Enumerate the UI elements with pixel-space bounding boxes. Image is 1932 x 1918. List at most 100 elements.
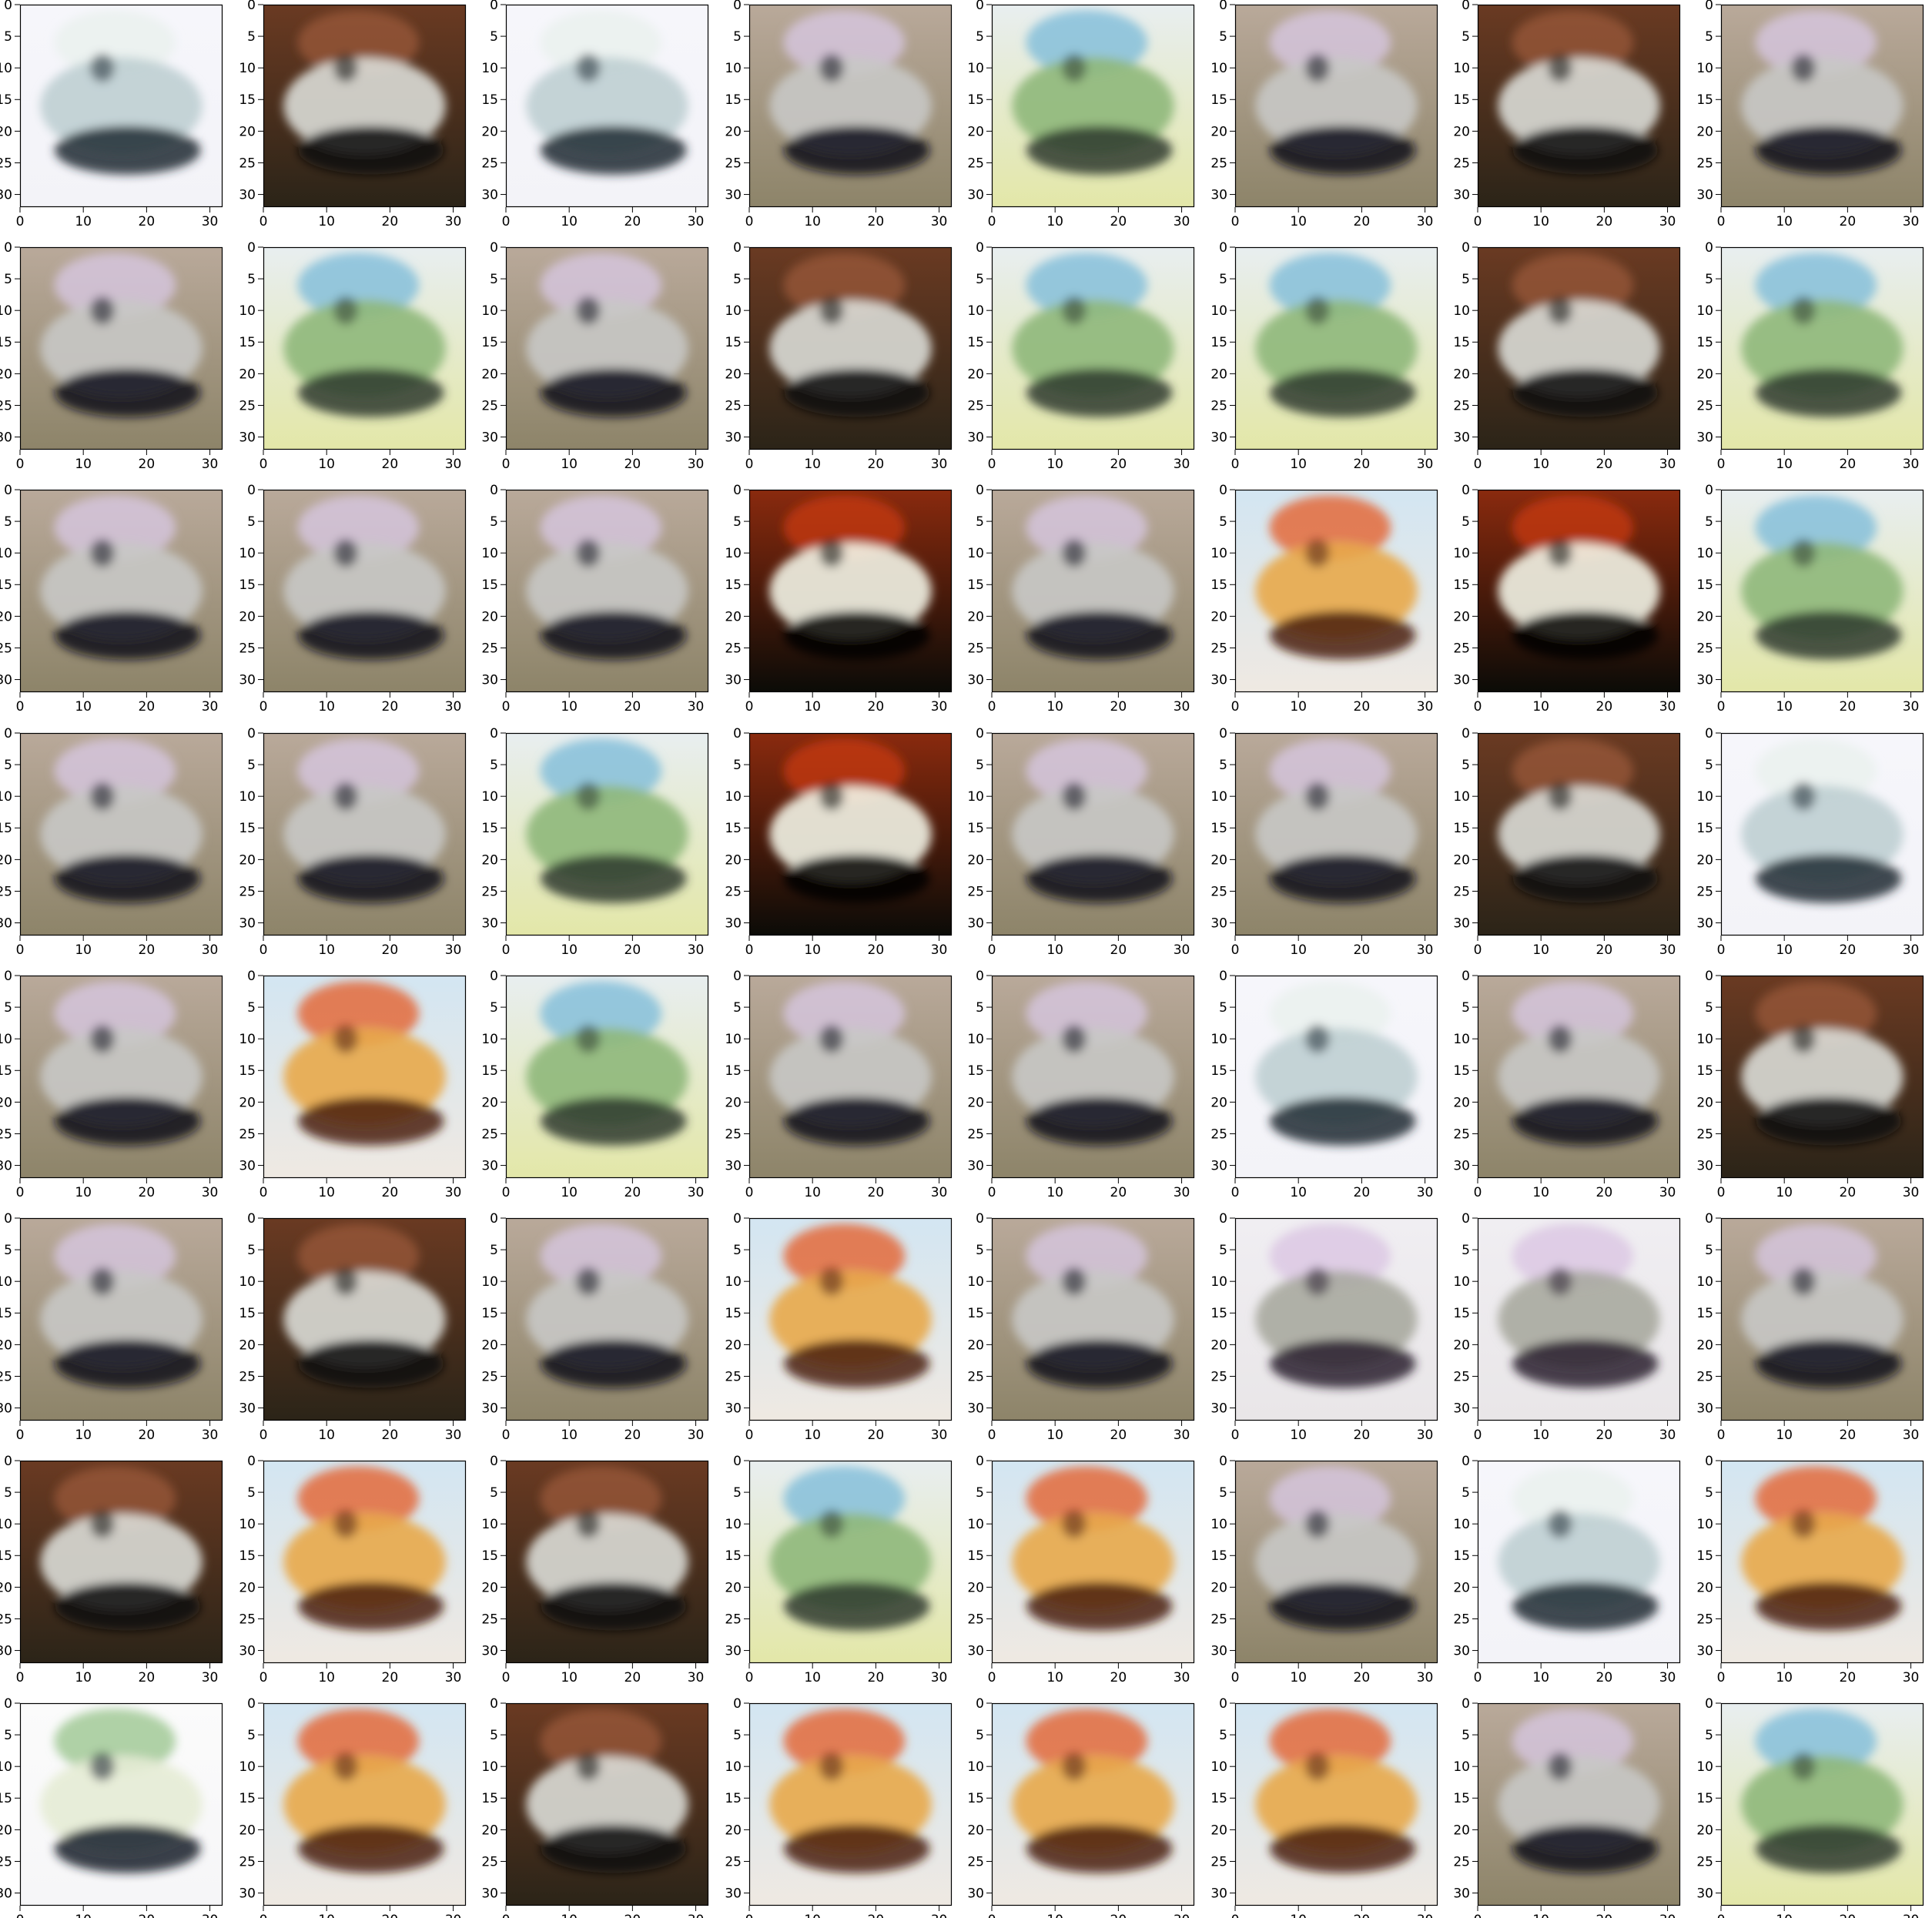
x-tick-label: 20 [1354, 942, 1371, 958]
x-tick-label: 0 [1474, 457, 1482, 472]
image-panel: 0102030051015202530 [481, 726, 709, 958]
x-tick-label: 30 [1659, 1428, 1676, 1443]
y-tick-label: 5 [1462, 1243, 1470, 1258]
y-tick-label: 0 [1219, 1211, 1227, 1227]
y-tick-label: 25 [967, 156, 984, 171]
y-tick-label: 5 [1219, 514, 1227, 530]
y-tick-label: 10 [1453, 1759, 1470, 1775]
x-tick-label: 20 [1840, 457, 1857, 472]
y-tick-label: 30 [1210, 188, 1227, 203]
y-tick-label: 20 [725, 367, 742, 382]
y-tick-label: 5 [490, 1243, 498, 1258]
y-tick-label: 25 [1210, 1126, 1227, 1142]
y-tick-label: 30 [1453, 188, 1470, 203]
x-tick-label: 20 [1354, 1428, 1371, 1443]
image-panel: 0102030051015202530 [967, 240, 1195, 472]
image-panel: 0102030051015202530 [0, 969, 223, 1200]
y-tick-label: 0 [1219, 969, 1227, 984]
y-tick-label: 10 [1696, 303, 1713, 319]
image-panel: 0102030051015202530 [0, 1696, 223, 1918]
y-tick-label: 20 [967, 367, 984, 382]
x-tick-label: 10 [318, 457, 335, 472]
y-tick-label: 0 [247, 1211, 256, 1227]
y-tick-label: 25 [1453, 641, 1470, 656]
y-tick-label: 25 [1453, 1612, 1470, 1627]
generated-image [1721, 1218, 1924, 1421]
generated-image [1721, 247, 1924, 450]
x-tick-label: 0 [502, 1428, 511, 1443]
generated-image [263, 490, 466, 692]
y-tick-label: 10 [239, 1517, 256, 1532]
y-tick-label: 10 [725, 1032, 742, 1047]
y-tick-label: 30 [725, 188, 742, 203]
x-tick-label: 0 [502, 1185, 511, 1200]
generated-image [1478, 5, 1680, 207]
y-tick-label: 15 [1453, 1063, 1470, 1079]
x-tick-label: 30 [202, 1428, 219, 1443]
y-tick-label: 5 [4, 1000, 12, 1016]
y-tick-label: 30 [239, 430, 256, 446]
y-tick-label: 10 [0, 303, 12, 319]
x-tick-label: 30 [1174, 1185, 1190, 1200]
x-tick-label: 30 [1903, 214, 1920, 229]
x-tick-label: 30 [445, 457, 462, 472]
y-tick-label: 20 [725, 124, 742, 139]
y-tick-label: 5 [247, 1485, 256, 1501]
y-tick-label: 20 [1453, 1823, 1470, 1838]
y-tick-label: 10 [1210, 1032, 1227, 1047]
y-tick-label: 10 [481, 546, 498, 561]
y-tick-label: 25 [0, 884, 12, 899]
x-tick-label: 0 [1231, 1913, 1240, 1918]
x-tick-label: 0 [259, 699, 268, 715]
y-tick-label: 25 [1210, 1612, 1227, 1627]
y-tick-label: 5 [1705, 1243, 1713, 1258]
image-panel: 0102030051015202530 [1453, 240, 1681, 472]
y-tick-label: 15 [239, 577, 256, 593]
image-panel: 0102030051015202530 [1453, 1454, 1681, 1685]
y-tick-label: 5 [4, 1485, 12, 1501]
generated-image [506, 1703, 708, 1906]
y-tick-label: 20 [1696, 1823, 1713, 1838]
y-tick-label: 15 [725, 92, 742, 108]
image-panel: 0102030051015202530 [1696, 0, 1924, 229]
y-tick-label: 30 [0, 1886, 12, 1902]
x-tick-label: 10 [1532, 457, 1549, 472]
y-tick-label: 25 [239, 884, 256, 899]
y-tick-label: 15 [725, 1791, 742, 1806]
y-tick-label: 5 [4, 758, 12, 773]
y-tick-label: 30 [967, 1159, 984, 1174]
y-tick-label: 20 [1210, 1337, 1227, 1353]
y-tick-label: 10 [1696, 1032, 1713, 1047]
y-tick-label: 20 [239, 609, 256, 624]
y-tick-label: 10 [0, 546, 12, 561]
y-tick-label: 0 [1462, 1211, 1470, 1227]
y-tick-label: 25 [1696, 156, 1713, 171]
y-tick-label: 5 [4, 1243, 12, 1258]
y-tick-label: 20 [1210, 1580, 1227, 1595]
x-tick-label: 20 [1354, 214, 1371, 229]
image-panel: 0102030051015202530 [967, 483, 1195, 715]
y-tick-label: 15 [967, 1063, 984, 1079]
x-tick-label: 0 [1474, 1913, 1482, 1918]
y-tick-label: 20 [725, 852, 742, 868]
x-tick-label: 30 [445, 1670, 462, 1685]
generated-image [749, 5, 952, 207]
y-tick-label: 20 [967, 124, 984, 139]
y-tick-label: 0 [4, 726, 12, 741]
y-tick-label: 20 [967, 1580, 984, 1595]
y-tick-label: 25 [725, 1369, 742, 1384]
x-tick-label: 30 [202, 457, 219, 472]
y-tick-label: 25 [725, 1612, 742, 1627]
x-tick-label: 30 [445, 1185, 462, 1200]
y-tick-label: 25 [0, 1854, 12, 1869]
x-tick-label: 0 [1474, 1428, 1482, 1443]
y-tick-label: 15 [0, 1306, 12, 1321]
y-tick-label: 0 [247, 969, 256, 984]
y-tick-label: 5 [733, 1243, 742, 1258]
y-tick-label: 0 [733, 240, 742, 256]
x-tick-label: 20 [382, 1670, 399, 1685]
y-tick-label: 15 [967, 335, 984, 350]
x-tick-label: 10 [1046, 214, 1063, 229]
y-tick-label: 20 [1696, 367, 1713, 382]
x-tick-label: 30 [688, 942, 705, 958]
